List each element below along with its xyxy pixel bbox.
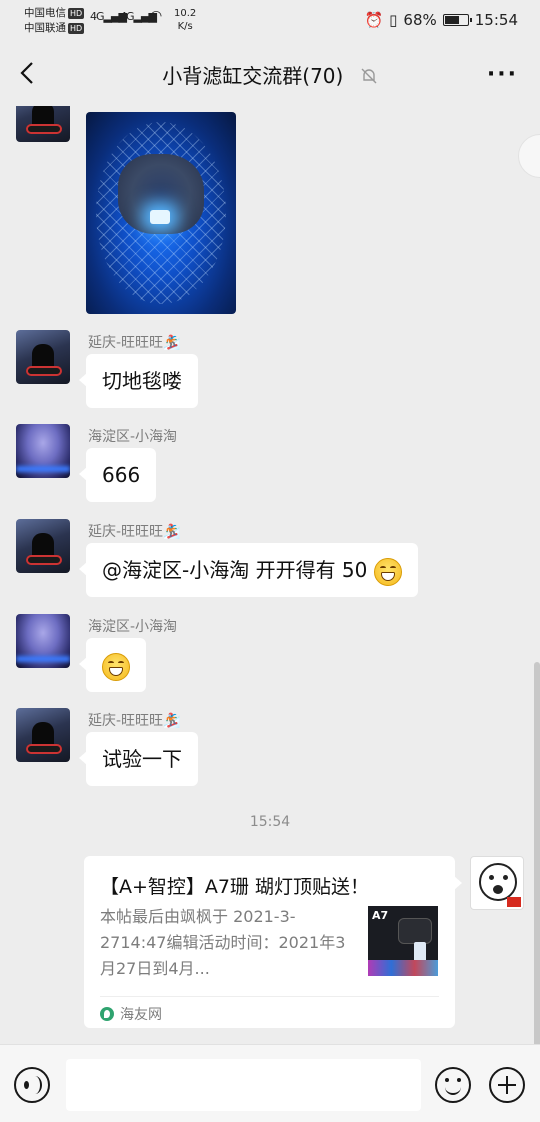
sender-name: 延庆-旺旺旺🏂 [88, 335, 181, 351]
message-bubble[interactable]: 试验一下 [79, 732, 198, 786]
carrier-1: 中国电信 [24, 7, 66, 19]
alarm-icon: ⏰ [364, 11, 384, 29]
message-bubble[interactable]: 切地毯喽 [79, 354, 198, 408]
chat-area[interactable]: 延庆-旺旺旺🏂 切地毯喽 海淀区-小海淘 666 延庆-旺旺旺🏂 @海淀区-小海… [0, 106, 540, 1044]
avatar[interactable] [16, 614, 70, 668]
status-bar: 中国电信 HD 中国联通 HD 4G▂▄▆ 4G▂▄▆ ◠ 10.2 K/s ⏰ ▯… [0, 0, 540, 42]
link-card[interactable]: 【A+智控】A7珊 瑚灯顶贴送！ 本帖最后由飒枫于 2021-3-2714:47… [84, 856, 462, 1028]
avatar[interactable] [16, 424, 70, 478]
status-right: ⏰ ▯ 68% 15:54 [364, 11, 518, 29]
wifi-icon: ◠ [150, 8, 162, 24]
image-message[interactable] [86, 112, 236, 314]
laughing-emoji-icon [373, 557, 402, 586]
link-card-title: 【A+智控】A7珊 瑚灯顶贴送！ [100, 876, 370, 898]
carrier-info: 中国电信 HD 中国联通 HD [24, 7, 85, 34]
carrier-2: 中国联通 [24, 22, 66, 34]
emoji-button[interactable] [435, 1067, 471, 1103]
avatar[interactable] [16, 708, 70, 762]
battery-percent: 68% [403, 11, 437, 29]
chat-title-wrap: 小背滤缸交流群(70) [0, 60, 540, 90]
battery-icon [442, 14, 472, 26]
message-bubble[interactable] [79, 638, 146, 692]
clock: 15:54 [474, 11, 518, 29]
message-text: @海淀区-小海淘 开开得有 50 [102, 558, 368, 582]
scrollbar[interactable] [534, 662, 540, 1044]
floating-tab[interactable] [518, 134, 540, 178]
grin-emoji-icon [102, 652, 130, 681]
network-speed: 10.2 K/s [174, 8, 197, 32]
avatar[interactable] [16, 106, 70, 142]
link-card-thumbnail: A7 [368, 906, 438, 976]
voice-input-button[interactable] [14, 1067, 50, 1103]
sender-name: 延庆-旺旺旺🏂 [88, 713, 181, 729]
more-actions-button[interactable] [489, 1067, 525, 1103]
vibrate-icon: ▯ [389, 11, 398, 29]
mute-bell-icon [360, 66, 378, 90]
avatar[interactable] [16, 519, 70, 573]
sender-name: 延庆-旺旺旺🏂 [88, 524, 181, 540]
link-card-description: 本帖最后由飒枫于 2021-3-2714:47编辑活动时间：2021年3月27日… [100, 907, 346, 978]
sender-name: 海淀区-小海淘 [88, 619, 178, 635]
source-logo-icon [100, 1007, 114, 1021]
chat-header: 小背滤缸交流群(70) ··· [0, 42, 540, 106]
timestamp: 15:54 [249, 814, 291, 830]
message-bubble[interactable]: @海淀区-小海淘 开开得有 50 [79, 543, 418, 597]
message-bubble[interactable]: 666 [78, 448, 157, 502]
more-options-button[interactable]: ··· [487, 62, 518, 87]
input-bar [0, 1044, 540, 1122]
chat-title: 小背滤缸交流群(70) [162, 64, 344, 88]
avatar[interactable] [16, 330, 70, 384]
sender-name: 海淀区-小海淘 [88, 429, 178, 445]
link-card-source: 海友网 [100, 1004, 162, 1024]
my-avatar[interactable] [470, 856, 524, 910]
message-input[interactable] [66, 1059, 421, 1111]
